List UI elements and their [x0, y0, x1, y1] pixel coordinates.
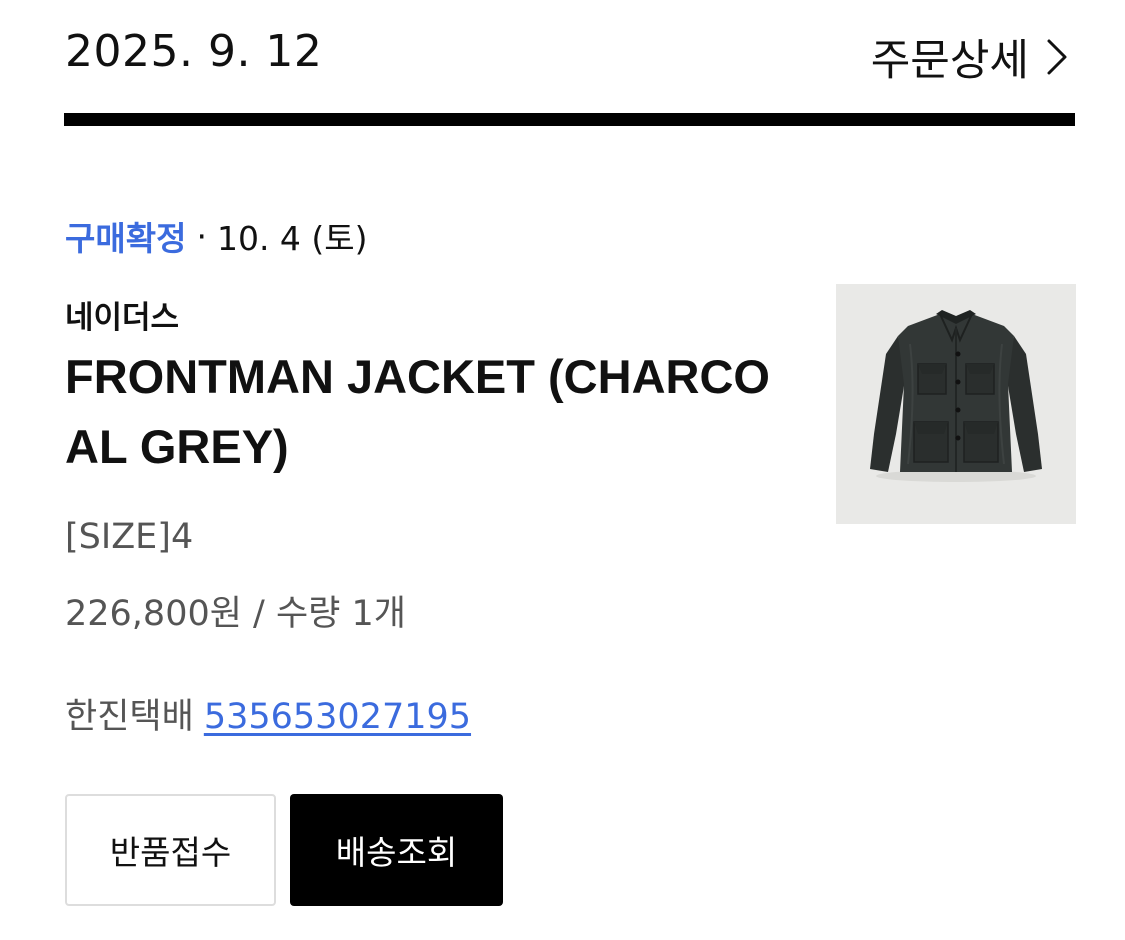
- chevron-right-icon: [1045, 35, 1075, 79]
- price-quantity: 226,800원 / 수량 1개: [65, 594, 406, 634]
- product-option: [SIZE]4: [65, 517, 194, 557]
- header-divider: [64, 113, 1075, 126]
- return-request-button[interactable]: 반품접수: [65, 794, 276, 906]
- status-badge: 구매확정: [65, 219, 187, 258]
- courier-name: 한진택배: [65, 697, 194, 737]
- shipping-info: 한진택배 535653027195: [65, 688, 471, 739]
- order-detail-link[interactable]: 주문상세: [871, 26, 1075, 88]
- tracking-number-link[interactable]: 535653027195: [204, 697, 471, 737]
- brand-name: 네이더스: [65, 300, 180, 336]
- track-delivery-button[interactable]: 배송조회: [290, 794, 503, 906]
- order-date: 2025. 9. 12: [65, 26, 323, 77]
- status-date: 10. 4 (토): [216, 219, 368, 258]
- order-detail-label: 주문상세: [870, 36, 1029, 86]
- order-header: 2025. 9. 12 주문상세: [65, 18, 1075, 88]
- jacket-product-image[interactable]: [836, 284, 1076, 524]
- order-status: 구매확정 · 10. 4 (토): [65, 212, 368, 260]
- status-separator: ·: [196, 216, 207, 256]
- product-name[interactable]: FRONTMAN JACKET (CHARCOAL GREY): [65, 342, 780, 482]
